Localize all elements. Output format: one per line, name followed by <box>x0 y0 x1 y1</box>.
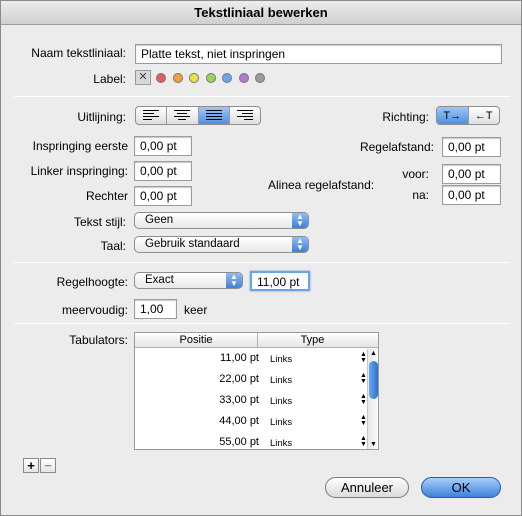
label-color-dot[interactable] <box>189 73 199 83</box>
remove-tab-button[interactable]: − <box>40 458 56 473</box>
alignment-label: Uitlijning: <box>77 110 126 124</box>
line-height-mode-popup[interactable]: Exact ▲ ▼ <box>134 272 243 289</box>
stepper-icon[interactable]: ▲ ▼ <box>360 351 367 364</box>
language-popup[interactable]: Gebruik standaard ▲ ▼ <box>134 236 309 253</box>
stepper-icon[interactable]: ▲ ▼ <box>360 435 367 448</box>
line-spacing-label: Regelafstand: <box>359 140 434 154</box>
label-label: Label: <box>93 72 126 86</box>
scroll-up-icon[interactable]: ▲ <box>370 350 377 357</box>
cancel-button[interactable]: Annuleer <box>325 477 409 498</box>
tab-position: 55,00 pt <box>219 436 259 448</box>
text-style-label: Tekst stijl: <box>73 215 126 229</box>
tabs-label: Tabulators: <box>69 333 128 347</box>
tab-type: Links <box>270 375 293 386</box>
table-row[interactable]: 22,00 pt Links ▲ ▼ <box>135 370 367 391</box>
first-indent-field[interactable]: 0,00 pt <box>134 136 192 156</box>
right-indent-field[interactable]: 0,00 pt <box>134 186 192 206</box>
label-color-dot[interactable] <box>222 73 232 83</box>
scroll-down-icon[interactable]: ▼ <box>370 441 377 448</box>
left-align-icon[interactable] <box>136 107 168 124</box>
ok-button[interactable]: OK <box>421 477 501 498</box>
label-color-dot[interactable] <box>205 73 216 83</box>
after-field[interactable]: 0,00 pt <box>442 185 501 205</box>
multiple-label: meervoudig: <box>61 303 128 317</box>
table-header: Positie Type <box>135 333 378 348</box>
popup-arrows-icon: ▲ ▼ <box>292 213 308 228</box>
name-field[interactable]: Platte tekst, niet inspringen <box>135 44 502 64</box>
tab-position: 33,00 pt <box>219 394 259 406</box>
stepper-icon[interactable]: ▲ ▼ <box>360 393 367 406</box>
line-height-field[interactable]: 11,00 pt <box>250 271 310 291</box>
language-label: Taal: <box>100 239 126 253</box>
line-height-mode-value: Exact <box>145 274 174 286</box>
label-color-dot[interactable] <box>172 73 183 83</box>
tab-type: Links <box>270 417 293 428</box>
popup-arrows-icon: ▲ ▼ <box>292 237 308 252</box>
dialog-window: Tekstliniaal bewerken Naam tekstliniaal:… <box>0 0 522 516</box>
text-style-popup[interactable]: Geen ▲ ▼ <box>134 212 309 229</box>
table-row[interactable]: 33,00 pt Links ▲ ▼ <box>135 391 367 412</box>
label-color-dot[interactable] <box>255 73 265 83</box>
line-height-label: Regelhoogte: <box>56 275 128 289</box>
add-tab-button[interactable]: + <box>23 458 39 473</box>
text-style-value: Geen <box>145 214 174 226</box>
stepper-icon[interactable]: ▲ ▼ <box>360 372 367 385</box>
direction-segmented-control: T→ ←T <box>436 106 500 125</box>
center-align-icon[interactable] <box>167 107 199 124</box>
stepper-icon[interactable]: ▲ ▼ <box>360 414 367 427</box>
label-color-dot[interactable] <box>238 73 249 83</box>
right-indent-label: Rechter <box>85 189 128 203</box>
window-title: Tekstliniaal bewerken <box>1 1 521 25</box>
before-field[interactable]: 0,00 pt <box>442 164 501 184</box>
multiple-unit: keer <box>184 303 208 317</box>
left-to-right-button[interactable]: T→ <box>437 107 469 124</box>
type-column-header[interactable]: Type <box>259 333 366 348</box>
after-label: na: <box>412 188 429 202</box>
no-label-button[interactable]: ✕ <box>135 70 151 85</box>
tab-type: Links <box>270 396 293 407</box>
left-indent-label: Linker inspringing: <box>30 164 128 178</box>
tab-position: 22,00 pt <box>219 373 259 385</box>
table-row[interactable]: 44,00 pt Links ▲ ▼ <box>135 412 367 433</box>
position-column-header[interactable]: Positie <box>135 333 258 348</box>
separator <box>14 96 510 97</box>
name-label: Naam tekstliniaal: <box>31 46 126 60</box>
table-row[interactable]: 11,00 pt Links ▲ ▼ <box>135 349 367 370</box>
popup-arrows-icon: ▲ ▼ <box>226 273 242 288</box>
first-indent-label: Inspringing eerste <box>32 139 128 153</box>
tab-position: 44,00 pt <box>219 415 259 427</box>
label-color-dot[interactable] <box>156 73 166 83</box>
tab-type: Links <box>270 354 293 365</box>
scroll-thumb[interactable] <box>369 361 378 399</box>
separator <box>14 262 510 263</box>
left-indent-field[interactable]: 0,00 pt <box>134 161 192 181</box>
alignment-segmented-control <box>135 106 261 125</box>
table-row[interactable]: 55,00 pt Links ▲ ▼ <box>135 433 367 454</box>
justify-align-icon[interactable] <box>198 107 230 124</box>
right-to-left-button[interactable]: ←T <box>469 107 500 124</box>
line-spacing-field[interactable]: 0,00 pt <box>442 137 501 157</box>
vertical-scrollbar[interactable]: ▲ ▼ <box>367 349 378 449</box>
multiple-field[interactable]: 1,00 <box>134 299 177 319</box>
separator <box>14 323 510 324</box>
language-value: Gebruik standaard <box>145 238 240 250</box>
right-align-icon[interactable] <box>230 107 260 124</box>
direction-label: Richting: <box>382 110 429 124</box>
tab-position: 11,00 pt <box>220 352 259 364</box>
tab-type: Links <box>270 438 293 449</box>
tabs-table: Positie Type 11,00 pt Links ▲ ▼ 22,00 pt Link… <box>134 332 379 450</box>
